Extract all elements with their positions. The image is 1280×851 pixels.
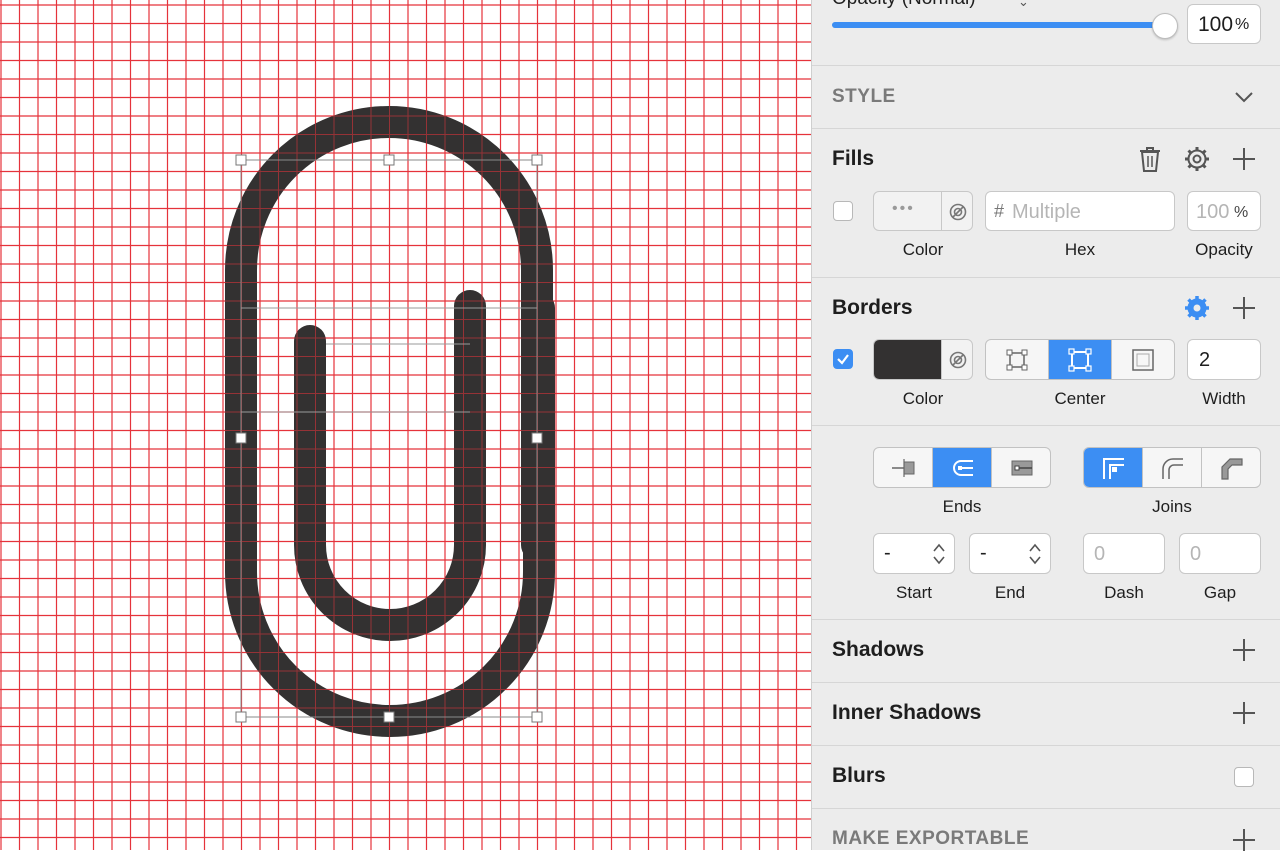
blur-enabled-checkbox[interactable] <box>1234 767 1254 787</box>
line-joins-control[interactable] <box>1083 447 1261 488</box>
line-ends-control[interactable] <box>873 447 1051 488</box>
border-inside-option[interactable] <box>986 340 1049 379</box>
handle-bottom-right[interactable] <box>531 711 543 723</box>
border-color-label: Color <box>902 389 944 408</box>
dash-label: Dash <box>1104 583 1144 602</box>
handle-top-center[interactable] <box>383 154 395 166</box>
chevron-down-icon[interactable]: ⌄ <box>1018 0 1029 10</box>
border-color-well[interactable] <box>873 339 973 380</box>
checkmark-icon <box>837 354 849 365</box>
fill-color-label: Color <box>902 240 944 259</box>
opacity-field[interactable]: 100 % <box>1187 4 1261 44</box>
make-exportable-title: MAKE EXPORTABLE <box>832 828 1030 849</box>
style-section-title: STYLE <box>832 86 896 107</box>
handle-top-right[interactable] <box>531 154 543 166</box>
add-border-icon[interactable] <box>1233 297 1255 319</box>
trash-icon[interactable] <box>1138 145 1162 173</box>
fill-opacity-label: Opacity <box>1195 240 1253 259</box>
blurs-section-title: Blurs <box>832 764 886 787</box>
opacity-slider[interactable] <box>832 13 1178 39</box>
canvas[interactable] <box>0 0 811 850</box>
hex-input[interactable]: # Multiple <box>985 191 1175 231</box>
opacity-value: 100 <box>1198 13 1234 36</box>
dash-placeholder: 0 <box>1094 543 1106 565</box>
gear-icon[interactable] <box>1184 295 1210 321</box>
opacity-unit: % <box>1235 16 1250 33</box>
end-label: End <box>994 583 1026 602</box>
color-variants-icon[interactable] <box>948 350 968 370</box>
round-join-icon <box>1162 457 1183 479</box>
border-width-field[interactable]: 2 <box>1187 339 1261 380</box>
add-export-icon[interactable] <box>1233 829 1255 851</box>
dash-input[interactable]: 0 <box>1083 533 1165 574</box>
fill-opacity-field[interactable]: 100 % <box>1187 191 1261 231</box>
end-arrow-value: - <box>980 542 987 564</box>
border-position-control[interactable] <box>985 339 1175 380</box>
border-center-option[interactable] <box>1049 340 1112 379</box>
inspector-panel: Opacity (Normal) ⌄ 100 % STYLE Fills ••• <box>811 0 1280 851</box>
opacity-slider-fill <box>832 22 1167 28</box>
multiple-colors-dots: ••• <box>892 200 915 217</box>
gap-input[interactable]: 0 <box>1179 533 1261 574</box>
handle-top-left[interactable] <box>235 154 247 166</box>
add-shadow-icon[interactable] <box>1233 639 1255 661</box>
shadows-section-title: Shadows <box>832 638 925 661</box>
border-center-icon <box>1068 347 1092 372</box>
bevel-join-option[interactable] <box>1202 448 1260 487</box>
border-color-swatch <box>874 340 941 379</box>
border-position-label: Center <box>1054 389 1106 408</box>
border-inside-icon <box>1006 349 1028 370</box>
fills-section-title: Fills <box>832 147 875 170</box>
fill-opacity-value: 100 <box>1196 201 1230 223</box>
borders-section-title: Borders <box>832 296 913 319</box>
border-outside-option[interactable] <box>1112 340 1174 379</box>
gap-label: Gap <box>1203 583 1237 602</box>
stepper-icon <box>1029 543 1041 565</box>
inner-shadows-section-title: Inner Shadows <box>832 701 982 724</box>
handle-middle-left[interactable] <box>235 432 247 444</box>
handle-bottom-left[interactable] <box>235 711 247 723</box>
start-label: Start <box>896 583 932 602</box>
fill-enabled-checkbox[interactable] <box>833 201 853 221</box>
border-enabled-checkbox[interactable] <box>833 349 853 369</box>
artboard-grid[interactable] <box>0 0 811 850</box>
hex-placeholder: Multiple <box>1012 201 1081 223</box>
color-variants-icon[interactable] <box>948 202 968 222</box>
start-arrow-value: - <box>884 542 891 564</box>
fill-opacity-unit: % <box>1234 204 1249 221</box>
add-fill-icon[interactable] <box>1233 148 1255 170</box>
fill-color-well[interactable]: ••• <box>873 191 973 231</box>
handle-bottom-center[interactable] <box>383 711 395 723</box>
border-width-value: 2 <box>1199 349 1211 371</box>
opacity-label: Opacity (Normal) <box>832 0 976 10</box>
round-cap-icon <box>953 459 973 476</box>
chevron-down-icon[interactable] <box>1234 90 1254 104</box>
miter-join-icon <box>1103 457 1124 479</box>
butt-end-option[interactable] <box>874 448 933 487</box>
hex-prefix: # <box>994 201 1005 221</box>
square-cap-icon <box>1011 460 1033 475</box>
ends-label: Ends <box>942 497 982 516</box>
butt-cap-icon <box>892 458 915 477</box>
square-end-option[interactable] <box>992 448 1050 487</box>
bevel-join-icon <box>1221 457 1243 480</box>
gap-placeholder: 0 <box>1190 543 1202 565</box>
miter-join-option[interactable] <box>1084 448 1143 487</box>
border-width-label: Width <box>1202 389 1246 408</box>
round-end-option[interactable] <box>933 448 992 487</box>
stepper-icon <box>933 543 945 565</box>
border-outside-icon <box>1132 348 1154 371</box>
hex-label: Hex <box>1064 240 1096 259</box>
joins-label: Joins <box>1152 497 1192 516</box>
end-arrow-select[interactable]: - <box>969 533 1051 574</box>
round-join-option[interactable] <box>1143 448 1202 487</box>
opacity-slider-knob[interactable] <box>1152 13 1178 39</box>
start-arrow-select[interactable]: - <box>873 533 955 574</box>
add-inner-shadow-icon[interactable] <box>1233 702 1255 724</box>
handle-middle-right[interactable] <box>531 432 543 444</box>
gear-icon[interactable] <box>1184 146 1210 172</box>
